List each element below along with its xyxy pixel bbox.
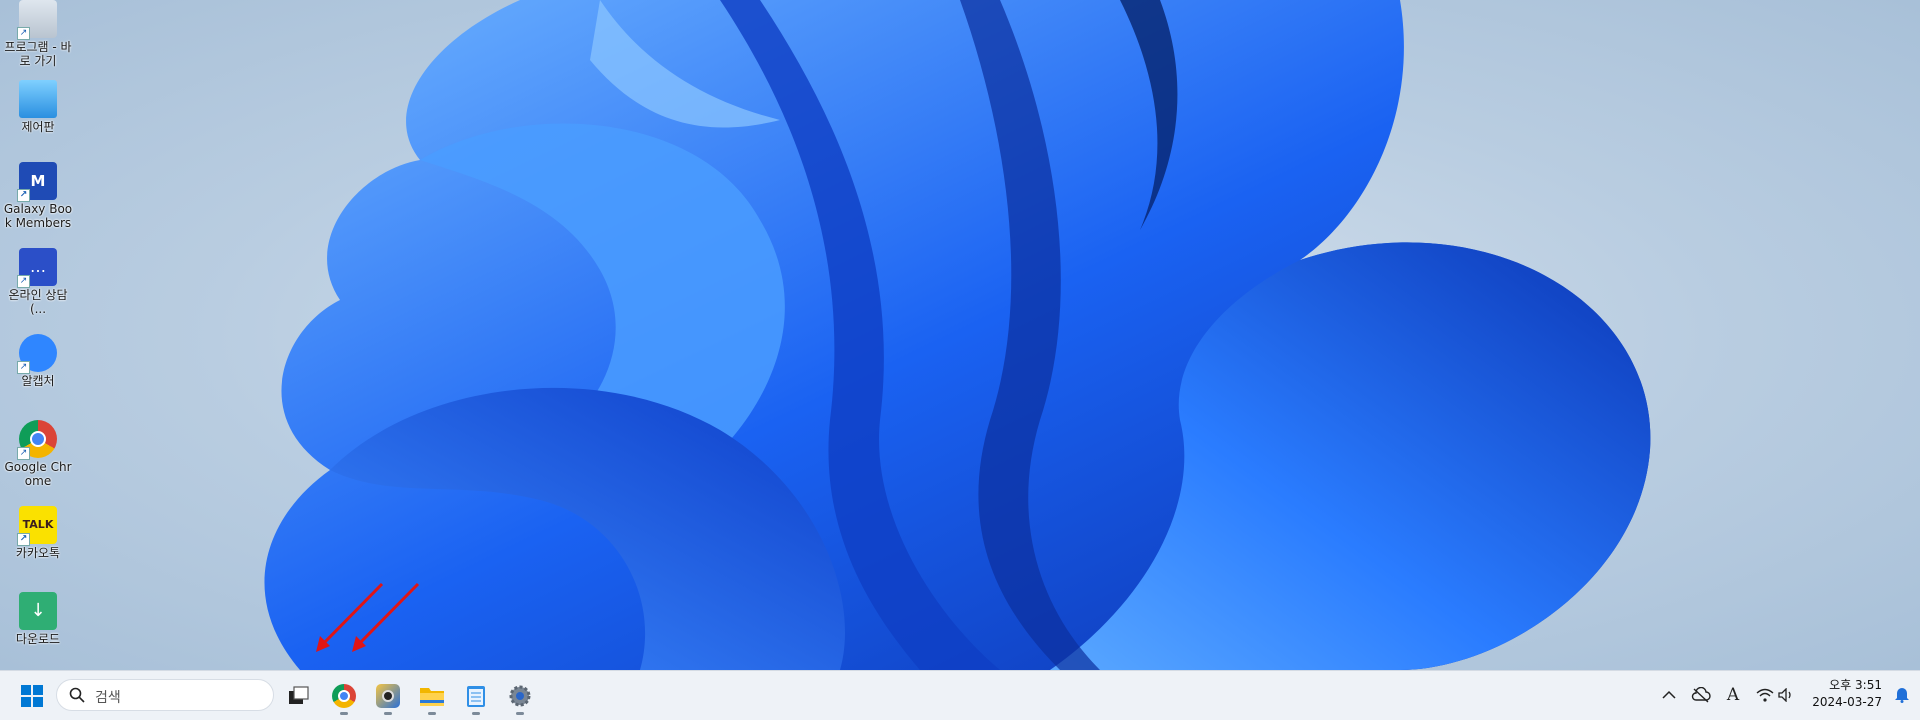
chrome-icon: ↗ [17, 420, 57, 460]
desktop-icon-label: Galaxy Book Members [3, 202, 73, 230]
notifications-button[interactable] [1894, 685, 1910, 707]
desktop-icon-label: 알캡처 [21, 374, 55, 388]
search-placeholder: 검색 [95, 690, 121, 706]
task-view-button[interactable] [282, 679, 316, 713]
download-folder-icon: ↓ [19, 592, 57, 630]
notepad-icon [467, 686, 485, 707]
taskbar-file-explorer-button[interactable] [415, 679, 449, 715]
cloud-offline-icon [1691, 687, 1711, 703]
program-shortcut-icon: ↗ [17, 0, 57, 40]
desktop-icon-label: Google Chrome [4, 460, 72, 488]
running-indicator [340, 712, 348, 715]
desktop-icon-control-panel[interactable]: 제어판 [2, 80, 74, 134]
desktop-icon-label: 다운로드 [15, 632, 61, 646]
taskbar-chrome-button[interactable] [327, 679, 361, 715]
desktop-icon-online-chat[interactable]: … ↗ 온라인 상담(... [2, 248, 74, 316]
desktop-icon-label: 온라인 상담(... [8, 288, 68, 316]
taskbar-media-app-button[interactable] [371, 679, 405, 715]
control-panel-icon [19, 80, 57, 118]
wifi-tray-button[interactable] [1753, 683, 1777, 707]
onedrive-tray-button[interactable] [1689, 683, 1713, 707]
taskbar: 검색 A 오후 3:51 2024-03-27 [0, 670, 1920, 720]
chrome-icon [332, 684, 356, 708]
desktop-icon-kakaotalk[interactable]: TALK ↗ 카카오톡 [2, 506, 74, 560]
taskbar-notepad-button[interactable] [459, 679, 493, 715]
clock-date: 2024-03-27 [1812, 695, 1882, 709]
desktop-icon-label: 제어판 [21, 120, 55, 134]
search-box[interactable]: 검색 [56, 679, 274, 711]
search-icon [69, 687, 85, 703]
alcapture-icon: ↗ [17, 334, 57, 374]
start-icon [21, 685, 43, 707]
clock[interactable]: 오후 3:51 2024-03-27 [1812, 677, 1882, 711]
desktop[interactable]: ↗ 프로그램 - 바로 가기 제어판 M ↗ Galaxy Book Member… [0, 0, 1920, 670]
desktop-icon-alcapture[interactable]: ↗ 알캡처 [2, 334, 74, 388]
running-indicator [516, 712, 524, 715]
media-app-icon [376, 684, 400, 708]
running-indicator [428, 712, 436, 715]
speaker-icon [1778, 688, 1791, 702]
task-view-icon [289, 686, 309, 704]
desktop-icon-label: 카카오톡 [15, 546, 61, 560]
volume-tray-button[interactable] [1775, 683, 1799, 707]
desktop-icon-download[interactable]: ↓ 다운로드 [2, 592, 74, 646]
clock-time: 오후 3:51 [1829, 678, 1882, 692]
desktop-icon-google-chrome[interactable]: ↗ Google Chrome [2, 420, 74, 488]
file-explorer-icon [420, 688, 444, 706]
bell-icon [1895, 688, 1909, 703]
wifi-icon [1756, 688, 1774, 702]
taskbar-settings-button[interactable] [503, 679, 537, 715]
chevron-up-icon [1662, 690, 1676, 699]
input-method-indicator[interactable]: A [1721, 683, 1745, 707]
galaxy-book-members-icon: M ↗ [17, 162, 57, 202]
show-hidden-icons-button[interactable] [1657, 683, 1681, 707]
desktop-icon-galaxy-book-members[interactable]: M ↗ Galaxy Book Members [2, 162, 74, 230]
running-indicator [472, 712, 480, 715]
kakaotalk-icon: TALK ↗ [17, 506, 57, 546]
settings-icon [509, 685, 531, 707]
desktop-icon-program-shortcut[interactable]: ↗ 프로그램 - 바로 가기 [2, 0, 74, 68]
desktop-icon-label: 프로그램 - 바로 가기 [4, 40, 72, 68]
start-button[interactable] [15, 679, 49, 713]
wallpaper-bloom [264, 0, 1651, 670]
online-chat-icon: … ↗ [17, 248, 57, 288]
running-indicator [384, 712, 392, 715]
